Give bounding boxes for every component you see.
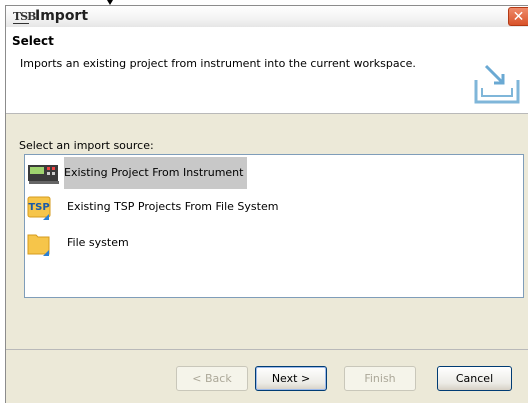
app-icon: TSB bbox=[13, 10, 36, 24]
back-button[interactable]: < Back bbox=[176, 366, 248, 391]
cancel-button[interactable]: Cancel bbox=[437, 366, 512, 391]
wizard-button-bar: < Back Next > Finish Cancel bbox=[6, 349, 528, 400]
import-source-label: Select an import source: bbox=[19, 139, 154, 152]
import-banner-icon bbox=[474, 64, 520, 104]
page-title: Select bbox=[12, 34, 54, 48]
window-title: Import bbox=[35, 8, 89, 24]
instrument-icon bbox=[28, 165, 59, 184]
tsp-icon-text: TSP bbox=[28, 202, 49, 213]
next-button[interactable]: Next > bbox=[255, 366, 327, 391]
tsp-folder-icon: TSP bbox=[27, 196, 51, 220]
list-item-existing-tsp-projects[interactable]: TSP Existing TSP Projects From File Syst… bbox=[25, 191, 325, 223]
import-source-list[interactable]: Existing Project From Instrument TSP Exi… bbox=[24, 154, 524, 298]
wizard-header: Select Imports an existing project from … bbox=[6, 27, 528, 114]
folder-icon bbox=[27, 234, 50, 256]
list-item-label: Existing TSP Projects From File System bbox=[67, 200, 279, 213]
list-item-label: File system bbox=[67, 236, 129, 249]
title-bar[interactable]: TSB Import ✕ bbox=[6, 6, 528, 28]
list-item-file-system[interactable]: File system bbox=[25, 227, 325, 259]
list-item-existing-project-from-instrument[interactable]: Existing Project From Instrument bbox=[25, 157, 325, 189]
import-dialog: TSB Import ✕ Select Imports an existing … bbox=[5, 5, 528, 403]
close-button[interactable]: ✕ bbox=[508, 7, 528, 26]
page-description: Imports an existing project from instrum… bbox=[20, 57, 416, 70]
finish-button[interactable]: Finish bbox=[344, 366, 416, 391]
close-icon: ✕ bbox=[512, 9, 525, 25]
list-item-label: Existing Project From Instrument bbox=[64, 157, 248, 189]
